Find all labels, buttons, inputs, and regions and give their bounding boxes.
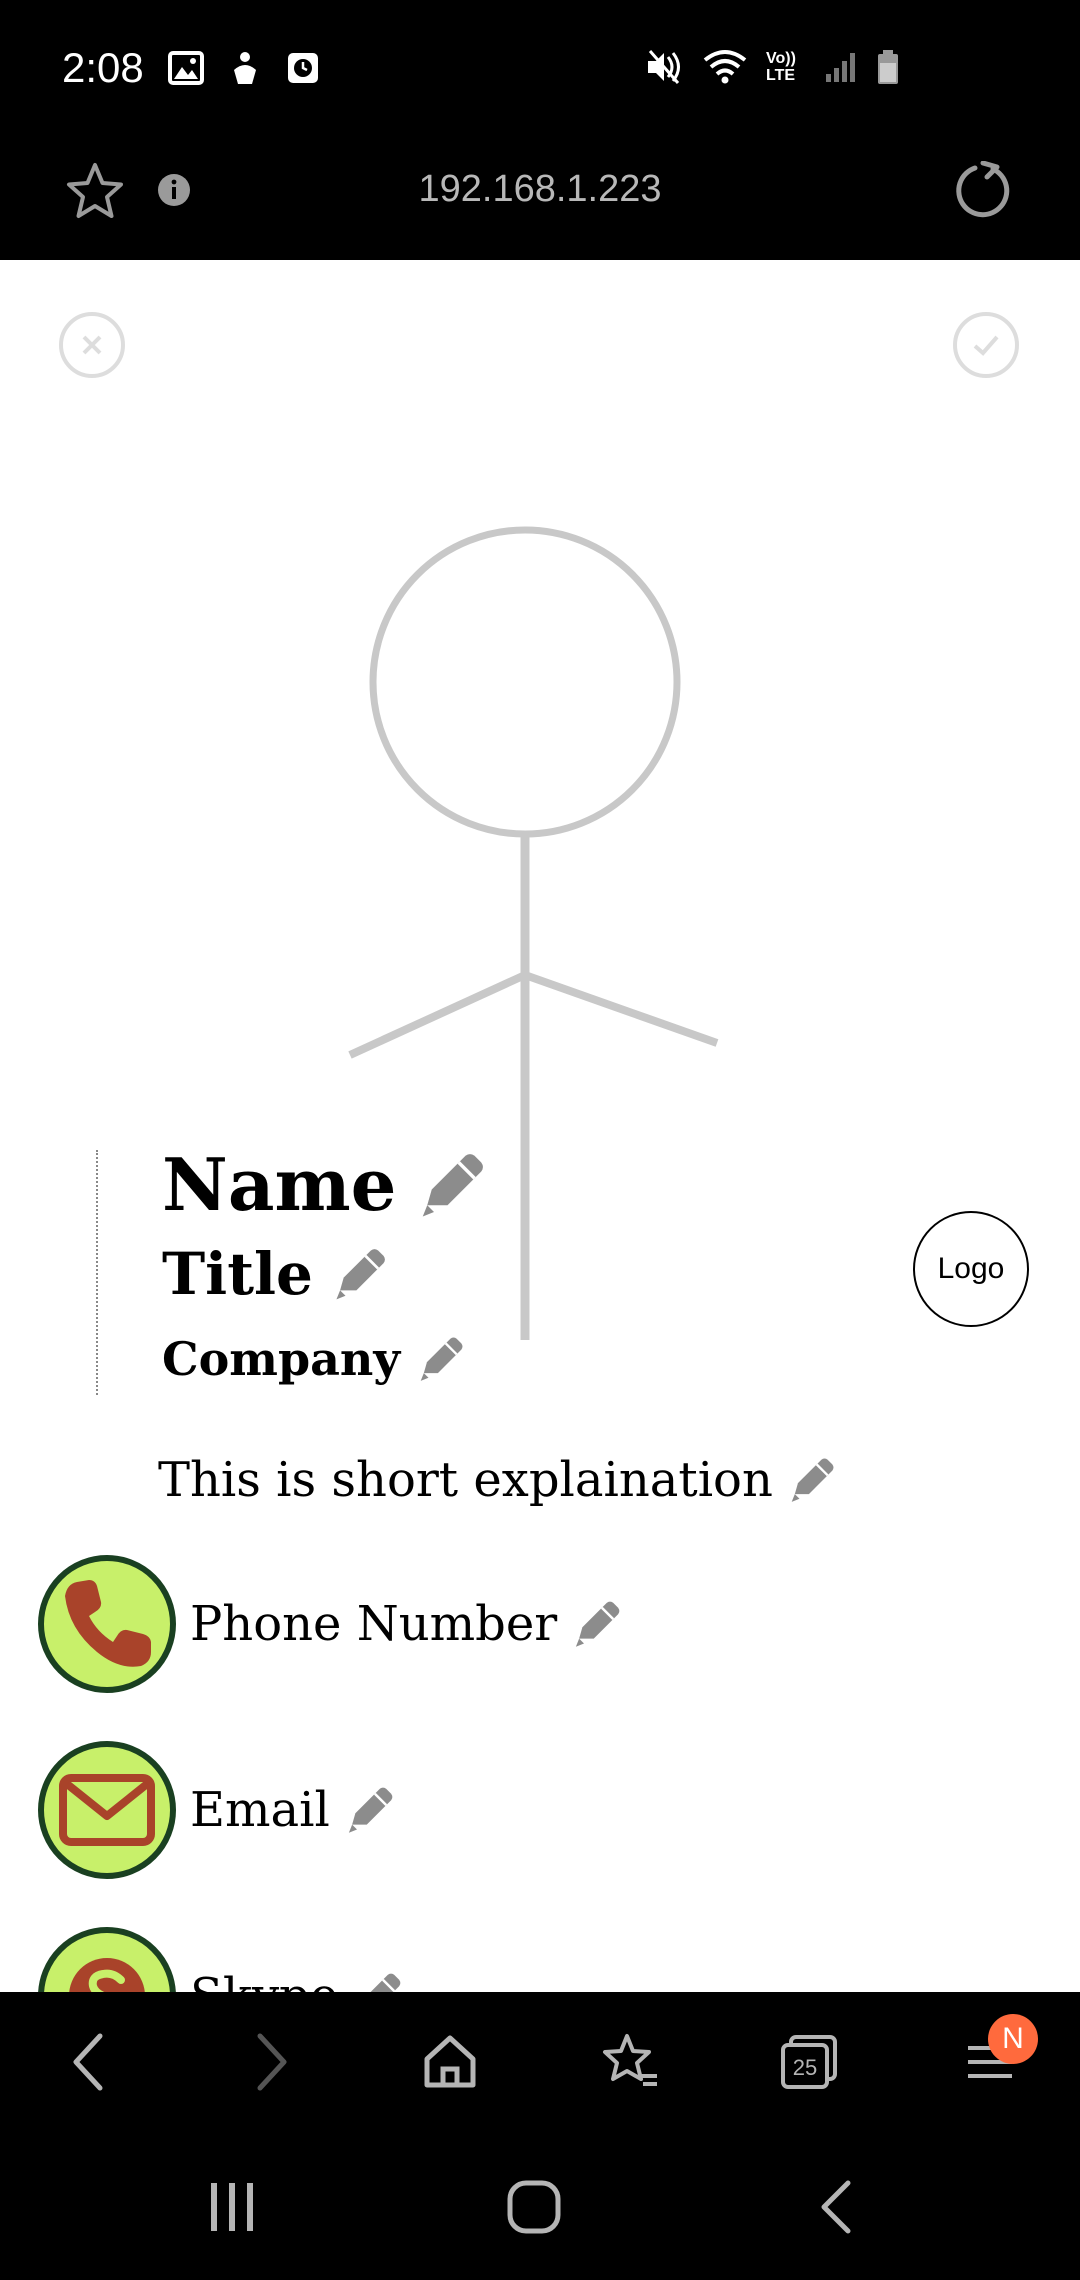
- bookmarks-button[interactable]: [590, 2022, 670, 2102]
- skype-label: Skype: [190, 1968, 338, 1992]
- profile-company: Company: [162, 1332, 401, 1386]
- browser-bottom-bar: 25 N: [0, 1992, 1080, 2132]
- contact-phone-row: Phone Number: [38, 1555, 623, 1693]
- status-time: 2:08: [62, 44, 144, 91]
- system-back-icon: [821, 2180, 851, 2234]
- figure-icon: [234, 52, 256, 84]
- tabs-button[interactable]: 25: [770, 2022, 850, 2102]
- status-bar: 2:08 Vo)) LTE: [0, 0, 1080, 140]
- skype-label-row: Skype: [190, 1968, 404, 1992]
- profile-name-row: Name: [162, 1142, 488, 1227]
- skype-contact-button[interactable]: [38, 1927, 176, 1992]
- edit-explanation-pencil-icon[interactable]: [787, 1455, 837, 1505]
- system-home-button[interactable]: [494, 2172, 574, 2242]
- recent-apps-icon: [211, 2183, 253, 2231]
- divider-line: [96, 1150, 98, 1395]
- bookmark-list-icon: [603, 2034, 657, 2086]
- explanation-row: This is short explaination: [158, 1452, 837, 1508]
- edit-phone-pencil-icon[interactable]: [571, 1598, 623, 1650]
- tabs-icon: 25: [781, 2035, 837, 2089]
- phone-contact-button[interactable]: [38, 1555, 176, 1693]
- profile-name: Name: [162, 1142, 397, 1227]
- profile-title: Title: [162, 1240, 313, 1308]
- phone-icon: [65, 1580, 151, 1667]
- skype-icon: [69, 1958, 145, 1992]
- battery-icon: [878, 50, 898, 84]
- tabs-count: 25: [793, 2055, 817, 2080]
- mute-icon: [648, 50, 680, 84]
- status-notification-icons: [168, 50, 320, 86]
- edit-company-pencil-icon[interactable]: [416, 1334, 466, 1384]
- profile-company-row: Company: [162, 1332, 466, 1386]
- signal-icon: [826, 53, 855, 82]
- volte-icon: Vo)) LTE: [766, 50, 796, 84]
- system-nav-bar: [0, 2132, 1080, 2280]
- explanation-text: This is short explaination: [158, 1452, 773, 1508]
- edit-skype-pencil-icon[interactable]: [352, 1970, 404, 1992]
- close-icon: [82, 335, 102, 355]
- wifi-icon: [703, 50, 747, 84]
- email-icon: [59, 1774, 155, 1846]
- address-bar[interactable]: 192.168.1.223: [0, 168, 1080, 211]
- edit-email-pencil-icon[interactable]: [344, 1784, 396, 1836]
- edit-title-pencil-icon[interactable]: [331, 1245, 389, 1303]
- menu-button[interactable]: N: [950, 2014, 1038, 2102]
- edit-name-pencil-icon[interactable]: [416, 1149, 488, 1221]
- image-icon: [168, 51, 204, 85]
- contact-email-row: Email: [38, 1741, 396, 1879]
- reload-icon[interactable]: [950, 158, 1016, 224]
- forward-arrow-icon: [257, 2033, 287, 2091]
- recent-apps-button[interactable]: [192, 2172, 272, 2242]
- confirm-button[interactable]: [953, 312, 1019, 378]
- forward-button[interactable]: [232, 2022, 312, 2102]
- phone-label-row: Phone Number: [190, 1596, 623, 1652]
- logo-placeholder[interactable]: Logo: [913, 1211, 1029, 1327]
- back-button[interactable]: [48, 2022, 128, 2102]
- phone-label: Phone Number: [190, 1596, 558, 1652]
- system-back-button[interactable]: [796, 2172, 876, 2242]
- page-content: Name Title Company Logo This is short ex…: [0, 260, 1080, 1992]
- system-home-icon: [507, 2180, 561, 2234]
- browser-toolbar: 192.168.1.223: [0, 140, 1080, 260]
- email-label-row: Email: [190, 1782, 396, 1838]
- email-contact-button[interactable]: [38, 1741, 176, 1879]
- clock-app-icon: [288, 53, 318, 83]
- check-icon: [973, 335, 999, 356]
- home-icon: [424, 2035, 476, 2088]
- notification-badge: N: [988, 2014, 1038, 2064]
- home-button[interactable]: [410, 2022, 490, 2102]
- back-arrow-icon: [73, 2033, 103, 2091]
- profile-title-row: Title: [162, 1240, 389, 1308]
- email-label: Email: [190, 1782, 330, 1838]
- cancel-button[interactable]: [59, 312, 125, 378]
- status-system-icons: Vo)) LTE: [644, 48, 900, 86]
- contact-skype-row: Skype: [38, 1927, 404, 1992]
